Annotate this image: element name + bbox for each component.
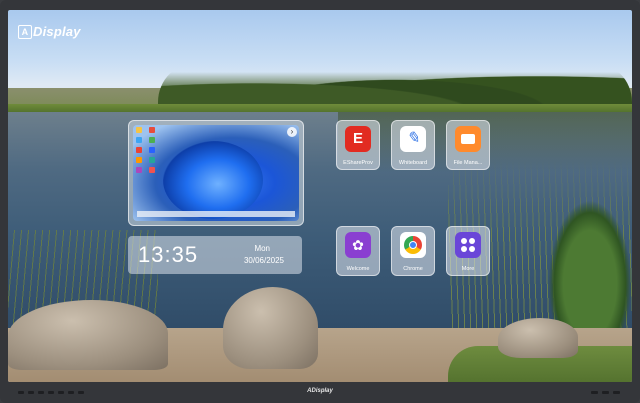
app-label: File Mana... <box>453 160 483 166</box>
more-apps-icon <box>455 232 481 258</box>
windows-bloom-image <box>163 141 263 219</box>
home-screen: A Display › 13:35 Mon 30/06/2025 E EShar… <box>8 10 632 382</box>
clock-day: Mon <box>254 244 270 253</box>
brand-badge: A <box>18 24 32 39</box>
app-label: Whiteboard <box>398 160 428 166</box>
app-label: Welcome <box>346 266 370 272</box>
wallpaper-bush <box>548 200 632 340</box>
desktop-preview-wallpaper <box>133 125 299 221</box>
chrome-icon <box>400 232 426 258</box>
desktop-taskbar <box>137 211 295 217</box>
app-whiteboard[interactable]: ✎ Whiteboard <box>391 120 435 170</box>
clock-widget: 13:35 Mon 30/06/2025 <box>128 236 302 274</box>
folder-icon <box>136 127 142 133</box>
eshare-icon: E <box>345 126 371 152</box>
app-icon <box>136 167 142 173</box>
app-icon <box>149 137 155 143</box>
brand-logo: A Display <box>18 24 81 39</box>
clock-date: 30/06/2025 <box>243 256 284 265</box>
wallpaper-rock <box>8 300 168 370</box>
desktop-preview-card[interactable]: › <box>128 120 304 226</box>
desktop-icons <box>136 127 157 173</box>
app-chrome[interactable]: Chrome <box>391 226 435 276</box>
welcome-icon: ✿ <box>345 232 371 258</box>
file-manager-icon <box>455 126 481 152</box>
wallpaper-rock <box>498 318 578 358</box>
bezel-bottom-bar: ADisplay <box>0 382 640 403</box>
wallpaper-rock <box>223 287 318 369</box>
app-eshare[interactable]: E EShareProv <box>336 120 380 170</box>
app-more[interactable]: More <box>446 226 490 276</box>
front-ports-right[interactable] <box>591 391 620 394</box>
app-label: EShareProv <box>343 160 373 166</box>
bezel-logo: ADisplay <box>307 388 333 394</box>
chevron-right-icon[interactable]: › <box>287 127 297 137</box>
app-icon <box>149 157 155 163</box>
chrome-icon <box>136 147 142 153</box>
app-icon <box>136 157 142 163</box>
app-welcome[interactable]: ✿ Welcome <box>336 226 380 276</box>
app-icon <box>149 147 155 153</box>
app-label: Chrome <box>403 266 423 272</box>
app-icon <box>149 167 155 173</box>
app-file-manager[interactable]: File Mana... <box>446 120 490 170</box>
edge-icon <box>136 137 142 143</box>
app-label: More <box>461 266 475 272</box>
brand-text: Display <box>33 24 81 39</box>
clock-time: 13:35 <box>138 242 199 267</box>
whiteboard-icon: ✎ <box>400 126 426 152</box>
app-icon <box>149 127 155 133</box>
